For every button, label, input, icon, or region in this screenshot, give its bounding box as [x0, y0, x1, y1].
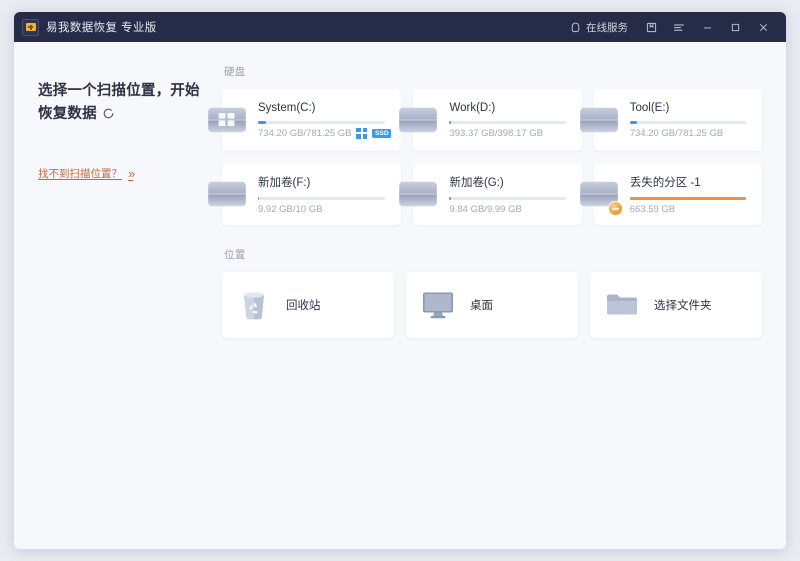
cannot-find-location-link[interactable]: 找不到扫描位置？ »	[38, 166, 133, 181]
location-card-body: 选择文件夹	[654, 297, 762, 313]
drive-capacity-row: 9.92 GB/10 GB	[258, 204, 391, 215]
maximize-button[interactable]	[722, 16, 748, 38]
online-service-button[interactable]: 在线服务	[562, 17, 636, 38]
disk-icon	[397, 178, 439, 210]
feedback-icon[interactable]	[638, 16, 664, 38]
drive-capacity-row: 734.20 GB/781.25 GB	[630, 128, 752, 139]
windows-disk-icon	[206, 104, 248, 136]
drive-card[interactable]: 新加卷(F:) 9.92 GB/10 GB	[222, 163, 401, 225]
double-chevron-right-icon: »	[128, 166, 133, 181]
disk-icon	[206, 178, 248, 210]
disk-icon	[397, 104, 439, 136]
drive-usage-fill	[630, 121, 637, 124]
close-button[interactable]	[750, 16, 776, 38]
drive-capacity: 9.92 GB/10 GB	[258, 204, 322, 215]
drive-usage-fill	[449, 197, 450, 200]
drive-usage-bar	[449, 121, 565, 124]
drive-card-body: 新加卷(F:) 9.92 GB/10 GB	[258, 174, 401, 215]
cannot-find-location-label: 找不到扫描位置？	[38, 166, 122, 181]
app-title: 易我数据恢复 专业版	[46, 19, 157, 35]
drive-usage-fill	[258, 197, 259, 200]
drive-name: 丢失的分区 -1	[630, 174, 752, 190]
drive-name: System(C:)	[258, 102, 391, 114]
drive-card-body: 丢失的分区 -1 663.59 GB	[630, 174, 762, 215]
disk-icon	[578, 104, 620, 136]
title-bar: 易我数据恢复 专业版 在线服务	[14, 12, 786, 42]
page-title: 选择一个扫描位置，开始恢复数据	[38, 80, 212, 126]
drive-name: Work(D:)	[449, 102, 571, 114]
drive-usage-bar	[630, 197, 746, 200]
lost-partition-badge	[608, 201, 623, 216]
menu-icon[interactable]	[666, 16, 692, 38]
right-pane: 硬盘 System(C:) 734.20 GB/781.25 GB SSD Work(…	[222, 64, 786, 549]
drive-name: 新加卷(G:)	[449, 174, 571, 190]
location-card[interactable]: 选择文件夹	[590, 272, 762, 338]
section-label-drives: 硬盘	[224, 64, 762, 79]
location-card-body: 回收站	[286, 297, 394, 313]
drive-usage-bar	[258, 197, 385, 200]
drive-capacity: 734.20 GB/781.25 GB	[258, 128, 351, 139]
drive-card[interactable]: 丢失的分区 -1 663.59 GB	[594, 163, 762, 225]
title-bar-left: 易我数据恢复 专业版	[22, 19, 157, 36]
location-card-grid: 回收站 桌面 选择文件夹	[222, 272, 762, 338]
drive-capacity-row: 734.20 GB/781.25 GB SSD	[258, 128, 391, 139]
recycle-bin-icon	[234, 288, 274, 322]
left-pane: 选择一个扫描位置，开始恢复数据 找不到扫描位置？ »	[14, 64, 222, 549]
drive-card-body: Tool(E:) 734.20 GB/781.25 GB	[630, 102, 762, 139]
drive-card-body: 新加卷(G:) 9.84 GB/9.99 GB	[449, 174, 581, 215]
drive-usage-fill	[258, 121, 266, 124]
main-content: 选择一个扫描位置，开始恢复数据 找不到扫描位置？ » 硬盘 System(C:)…	[14, 42, 786, 549]
drive-card[interactable]: Work(D:) 393.37 GB/398.17 GB	[413, 89, 581, 151]
location-card-body: 桌面	[470, 297, 578, 313]
drive-usage-bar	[449, 197, 565, 200]
drive-usage-bar	[258, 121, 385, 124]
windows-badge-icon	[356, 128, 367, 139]
section-label-locations: 位置	[224, 247, 762, 262]
drive-capacity: 734.20 GB/781.25 GB	[630, 128, 723, 139]
drive-card[interactable]: Tool(E:) 734.20 GB/781.25 GB	[594, 89, 762, 151]
drive-capacity: 663.59 GB	[630, 204, 675, 215]
app-window: 易我数据恢复 专业版 在线服务	[14, 12, 786, 549]
drive-card[interactable]: System(C:) 734.20 GB/781.25 GB SSD	[222, 89, 401, 151]
drive-capacity: 393.37 GB/398.17 GB	[449, 128, 542, 139]
title-bar-controls: 在线服务	[562, 16, 776, 38]
location-card[interactable]: 回收站	[222, 272, 394, 338]
toolkit-icon	[22, 19, 39, 36]
support-icon	[570, 22, 581, 33]
drive-card[interactable]: 新加卷(G:) 9.84 GB/9.99 GB	[413, 163, 581, 225]
drive-name: 新加卷(F:)	[258, 174, 391, 190]
location-card[interactable]: 桌面	[406, 272, 578, 338]
drive-card-body: System(C:) 734.20 GB/781.25 GB SSD	[258, 102, 401, 139]
desktop-monitor-icon	[418, 288, 458, 322]
drive-capacity-row: 9.84 GB/9.99 GB	[449, 204, 571, 215]
ssd-badge: SSD	[372, 129, 391, 138]
minimize-button[interactable]	[694, 16, 720, 38]
location-name: 选择文件夹	[654, 297, 752, 313]
page-title-text: 选择一个扫描位置，开始恢复数据	[38, 83, 200, 122]
location-name: 回收站	[286, 297, 384, 313]
drive-card-body: Work(D:) 393.37 GB/398.17 GB	[449, 102, 581, 139]
drive-capacity-row: 663.59 GB	[630, 204, 752, 215]
location-name: 桌面	[470, 297, 568, 313]
drive-capacity: 9.84 GB/9.99 GB	[449, 204, 521, 215]
online-service-label: 在线服务	[586, 20, 628, 35]
drive-usage-fill	[630, 197, 746, 200]
drive-usage-fill	[449, 121, 450, 124]
drive-card-grid: System(C:) 734.20 GB/781.25 GB SSD Work(D:)…	[222, 89, 762, 225]
drive-usage-bar	[630, 121, 746, 124]
refresh-icon[interactable]	[102, 107, 115, 120]
folder-icon	[602, 288, 642, 322]
drive-capacity-row: 393.37 GB/398.17 GB	[449, 128, 571, 139]
drive-name: Tool(E:)	[630, 102, 752, 114]
